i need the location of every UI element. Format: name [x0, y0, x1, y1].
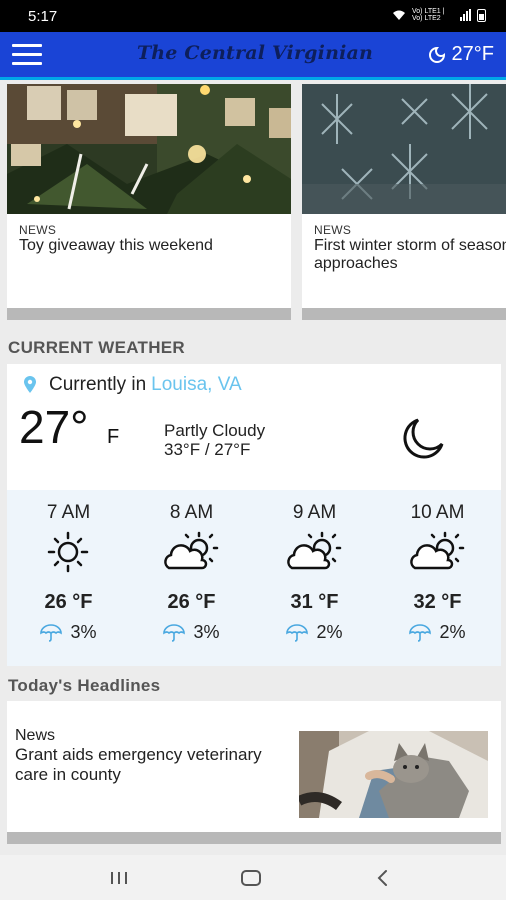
hour-precip: 3% — [7, 622, 130, 643]
hour-temperature: 26 °F — [167, 591, 216, 613]
condition-text: Partly Cloudy — [164, 421, 266, 440]
sun-icon — [47, 531, 89, 573]
card-footer — [302, 308, 506, 320]
story-image-frost — [302, 84, 506, 214]
hour-precip: 2% — [253, 622, 376, 643]
home-icon — [241, 870, 261, 886]
headlines-section-title: Today's Headlines — [8, 676, 161, 695]
location-pin-icon — [24, 376, 36, 393]
article-category: News — [15, 727, 56, 744]
umbrella-icon — [409, 623, 432, 642]
moon-icon — [403, 418, 444, 459]
precip-value: 3% — [193, 622, 220, 642]
moon-icon — [428, 46, 445, 63]
menu-button[interactable] — [12, 44, 44, 68]
current-temperature: 27° — [19, 401, 89, 453]
system-nav-bar — [0, 855, 506, 900]
hamburger-icon — [12, 44, 42, 47]
hour-time: 8 AM — [169, 502, 214, 523]
precip-value: 2% — [439, 622, 466, 642]
location-row: Currently in Louisa, VA — [23, 374, 242, 396]
story-category: NEWS — [19, 223, 57, 237]
hour-temperature: 32 °F — [413, 591, 462, 613]
status-time: 5:17 — [28, 8, 58, 25]
story-headline: Toy giveaway this weekend — [19, 237, 213, 254]
top-stories-carousel[interactable]: NEWS Toy giveaway this weekend NEWS Firs — [0, 80, 506, 320]
partly-cloudy-icon — [410, 531, 465, 570]
article-image-cat — [299, 731, 488, 818]
story-category: NEWS — [314, 223, 352, 237]
home-button[interactable] — [231, 863, 271, 893]
app-bar: The Central Virginian 27°F — [0, 32, 506, 80]
recent-apps-icon — [111, 872, 127, 884]
hourly-item: 7 AM 26 °F 3% — [7, 490, 130, 666]
wifi-icon — [393, 10, 405, 20]
current-weather-card[interactable]: Currently in Louisa, VA 27° F Partly Clo… — [7, 364, 501, 666]
weather-section-title: CURRENT WEATHER — [8, 338, 186, 357]
location-link[interactable]: Louisa, VA — [151, 374, 241, 396]
network-label: Vo) LTE1 | Vo) LTE2 — [412, 8, 445, 22]
hourly-item: 8 AM 26 °F 3% — [130, 490, 253, 666]
header-weather-button[interactable]: 27°F — [428, 43, 494, 66]
header-temperature: 27°F — [451, 43, 494, 65]
umbrella-icon — [40, 623, 63, 642]
hour-time: 9 AM — [292, 502, 337, 523]
signal-icon — [460, 9, 471, 21]
story-card[interactable]: NEWS Toy giveaway this weekend — [7, 84, 291, 320]
hour-time: 7 AM — [46, 502, 91, 523]
article-headline: Grant aids emergency veterinary care in … — [15, 745, 262, 784]
status-icons: Vo) LTE1 | Vo) LTE2 — [392, 8, 486, 22]
hourly-forecast: 7 AM 26 °F 3% 8 AM 26 °F 3% 9 AM 31 °F 2… — [7, 490, 501, 666]
back-icon — [377, 870, 387, 886]
hour-temperature: 31 °F — [290, 591, 339, 613]
umbrella-icon — [286, 623, 309, 642]
story-card[interactable]: NEWS First winter storm of season approa… — [302, 84, 506, 320]
app-title: The Central Virginian — [136, 42, 374, 64]
card-footer — [7, 308, 291, 320]
temperature-unit: F — [107, 426, 120, 448]
partly-cloudy-icon — [164, 531, 219, 570]
high-low: 33°F / 27°F — [164, 440, 251, 459]
umbrella-icon — [163, 623, 186, 642]
precip-value: 3% — [70, 622, 97, 642]
story-image-christmas-tree — [7, 84, 291, 214]
location-prefix: Currently in — [49, 374, 147, 395]
status-bar: 5:17 Vo) LTE1 | Vo) LTE2 — [0, 0, 506, 32]
hour-temperature: 26 °F — [44, 591, 93, 613]
back-button[interactable] — [363, 863, 403, 893]
hour-precip: 2% — [376, 622, 499, 643]
article-card[interactable]: News Grant aids emergency veterinary car… — [7, 701, 501, 844]
hour-time: 10 AM — [410, 502, 465, 523]
hourly-item: 10 AM 32 °F 2% — [376, 490, 499, 666]
hourly-item: 9 AM 31 °F 2% — [253, 490, 376, 666]
partly-cloudy-icon — [287, 531, 342, 570]
current-condition: Partly Cloudy 33°F / 27°F — [164, 421, 265, 459]
card-footer — [7, 832, 501, 844]
recent-apps-button[interactable] — [99, 863, 139, 893]
hour-precip: 3% — [130, 622, 253, 643]
story-headline: First winter storm of season approaches — [314, 237, 506, 272]
precip-value: 2% — [316, 622, 343, 642]
battery-icon — [477, 8, 486, 22]
